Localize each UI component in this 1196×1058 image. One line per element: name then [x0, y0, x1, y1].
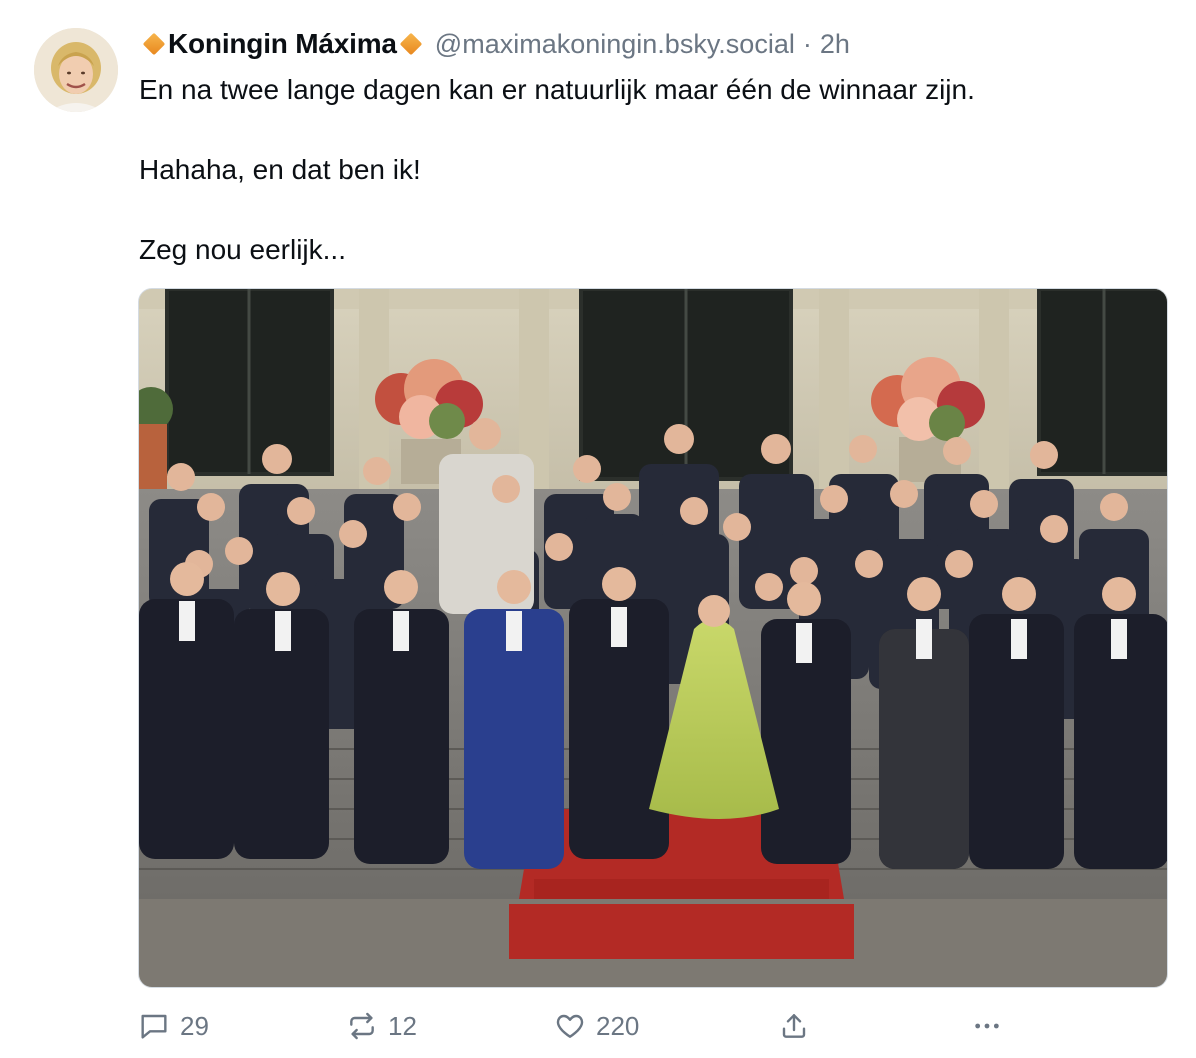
repost-count: 12: [388, 1010, 417, 1041]
reply-count: 29: [180, 1010, 209, 1041]
speech-bubble-icon: [141, 1014, 167, 1039]
like-button[interactable]: 220: [554, 1004, 639, 1048]
post-image[interactable]: [138, 288, 1168, 988]
like-count: 220: [596, 1010, 640, 1041]
post-text-line: Hahaha, en dat ben ik!: [139, 154, 421, 185]
share-button[interactable]: [778, 1004, 810, 1048]
post-text-line: En na twee lange dagen kan er natuurlijk…: [139, 74, 975, 105]
diamond-badge-icon: [399, 32, 423, 56]
author-handle[interactable]: @maximakoningin.bsky.social: [435, 29, 795, 60]
group-photo-image: [139, 289, 1167, 987]
heart-icon: [556, 1014, 584, 1038]
share-upload-icon: [782, 1014, 806, 1038]
profile-photo-icon: [34, 28, 118, 112]
avatar[interactable]: [34, 28, 118, 112]
repost-button[interactable]: 12: [346, 1004, 417, 1048]
post-text: En na twee lange dagen kan er natuurlijk…: [139, 70, 1169, 270]
more-options-button[interactable]: [971, 1004, 1003, 1048]
post-text-line: Zeg nou eerlijk...: [139, 234, 346, 265]
diamond-badge-icon: [142, 32, 166, 56]
ellipsis-icon: [975, 1023, 999, 1029]
post-card: Koningin Máxima @maximakoningin.bsky.soc…: [0, 0, 1196, 1058]
post-header: Koningin Máxima @maximakoningin.bsky.soc…: [140, 26, 850, 62]
post-actions: 29 12 220: [138, 1004, 1168, 1048]
post-timestamp[interactable]: 2h: [820, 29, 850, 60]
repost-arrows-icon: [350, 1012, 374, 1040]
reply-button[interactable]: 29: [138, 1004, 209, 1048]
author-display-name[interactable]: Koningin Máxima: [168, 28, 397, 60]
separator-dot: ·: [802, 28, 812, 59]
